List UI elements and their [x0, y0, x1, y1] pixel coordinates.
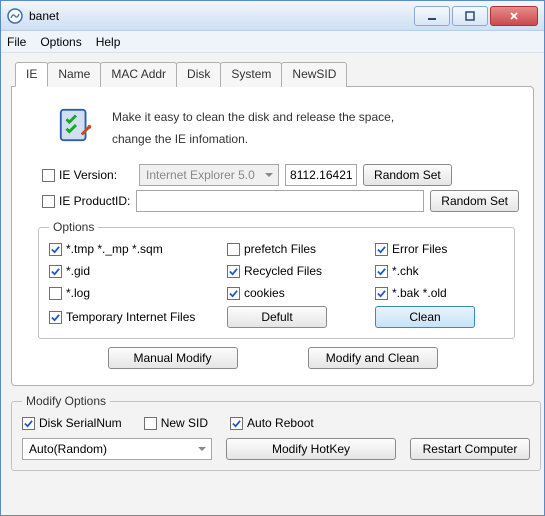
menu-bar: File Options Help	[1, 31, 544, 53]
checkbox-icon	[227, 243, 240, 256]
checkbox-icon	[375, 243, 388, 256]
opt-tempinet[interactable]: Temporary Internet Files	[49, 310, 219, 324]
minimize-button[interactable]	[414, 6, 450, 26]
menu-file[interactable]: File	[7, 35, 26, 49]
checkbox-icon	[42, 195, 55, 208]
intro-line2: change the IE infomation.	[112, 129, 394, 151]
checkbox-icon	[375, 265, 388, 278]
ie-version-value: Internet Explorer 5.0	[146, 168, 255, 182]
checkbox-icon	[49, 311, 62, 324]
mode-select[interactable]: Auto(Random)	[22, 438, 212, 460]
tab-mac[interactable]: MAC Addr	[100, 62, 177, 87]
close-button[interactable]	[490, 6, 538, 26]
checkbox-icon	[49, 265, 62, 278]
checkbox-icon	[49, 243, 62, 256]
checkbox-icon	[22, 417, 35, 430]
intro-text: Make it easy to clean the disk and relea…	[112, 105, 394, 150]
manual-modify-button[interactable]: Manual Modify	[108, 347, 238, 369]
restart-computer-button[interactable]: Restart Computer	[410, 438, 530, 460]
ie-productid-check[interactable]: IE ProductID:	[42, 194, 130, 208]
modify-options-group: Modify Options Disk SerialNum New SID Au…	[11, 394, 541, 471]
intro-line1: Make it easy to clean the disk and relea…	[112, 107, 394, 129]
modify-and-clean-button[interactable]: Modify and Clean	[308, 347, 438, 369]
checkbox-icon	[42, 169, 55, 182]
menu-help[interactable]: Help	[96, 35, 121, 49]
opt-auto-reboot[interactable]: Auto Reboot	[230, 416, 314, 430]
opt-error[interactable]: Error Files	[375, 242, 495, 256]
opt-tmp[interactable]: *.tmp *._mp *.sqm	[49, 242, 219, 256]
checklist-icon	[56, 105, 96, 145]
modify-hotkey-button[interactable]: Modify HotKey	[226, 438, 396, 460]
ie-productid-input[interactable]	[136, 190, 424, 212]
tab-system[interactable]: System	[220, 62, 282, 87]
opt-new-sid[interactable]: New SID	[144, 416, 208, 430]
opt-bak[interactable]: *.bak *.old	[375, 286, 495, 300]
checkbox-icon	[144, 417, 157, 430]
clean-button[interactable]: Clean	[375, 306, 475, 328]
tab-name[interactable]: Name	[47, 62, 101, 87]
ie-version-select[interactable]: Internet Explorer 5.0	[139, 164, 279, 186]
random-set-productid-button[interactable]: Random Set	[430, 190, 519, 212]
client-area: IE Name MAC Addr Disk System NewSID	[1, 53, 544, 515]
ie-version-build[interactable]	[285, 164, 357, 186]
maximize-button[interactable]	[452, 6, 488, 26]
opt-chk[interactable]: *.chk	[375, 264, 495, 278]
tab-panel-ie: Make it easy to clean the disk and relea…	[11, 86, 534, 386]
opt-log[interactable]: *.log	[49, 286, 219, 300]
checkbox-icon	[375, 287, 388, 300]
opt-cookies[interactable]: cookies	[227, 286, 367, 300]
menu-options[interactable]: Options	[40, 35, 81, 49]
opt-recycled[interactable]: Recycled Files	[227, 264, 367, 278]
ie-version-check[interactable]: IE Version:	[42, 168, 117, 182]
checkbox-icon	[230, 417, 243, 430]
opt-prefetch[interactable]: prefetch Files	[227, 242, 367, 256]
modify-options-legend: Modify Options	[22, 394, 110, 408]
intro-block: Make it easy to clean the disk and relea…	[56, 105, 519, 150]
tab-ie[interactable]: IE	[15, 62, 48, 87]
default-button[interactable]: Defult	[227, 306, 327, 328]
random-set-version-button[interactable]: Random Set	[363, 164, 452, 186]
tab-newsid[interactable]: NewSID	[281, 62, 347, 87]
tab-disk[interactable]: Disk	[176, 62, 221, 87]
tab-strip: IE Name MAC Addr Disk System NewSID	[15, 61, 534, 86]
app-icon	[7, 8, 23, 24]
ie-version-label: IE Version:	[59, 168, 117, 182]
checkbox-icon	[49, 287, 62, 300]
opt-gid[interactable]: *.gid	[49, 264, 219, 278]
opt-disk-serial[interactable]: Disk SerialNum	[22, 416, 122, 430]
checkbox-icon	[227, 265, 240, 278]
checkbox-icon	[227, 287, 240, 300]
mode-select-value: Auto(Random)	[29, 442, 107, 456]
ie-productid-label: IE ProductID:	[59, 194, 130, 208]
window-title: banet	[29, 9, 59, 23]
options-group: Options *.tmp *._mp *.sqm prefetch Files…	[38, 220, 515, 339]
title-bar: banet	[1, 1, 544, 31]
options-legend: Options	[49, 220, 98, 234]
app-window: banet File Options Help IE Name MAC Addr…	[0, 0, 545, 516]
